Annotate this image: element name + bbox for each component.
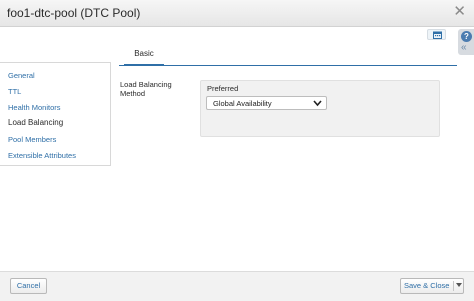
save-close-button[interactable]: Save & Close	[400, 278, 464, 294]
help-icon[interactable]: ?	[461, 31, 472, 42]
cancel-button[interactable]: Cancel	[10, 278, 47, 294]
caret-down-icon[interactable]	[456, 283, 462, 288]
chevron-down-icon	[313, 100, 322, 107]
sidebar-item-load-balancing[interactable]: Load Balancing	[8, 118, 63, 127]
calendar-button[interactable]	[427, 29, 446, 40]
load-balancing-method-label: Load Balancing Method	[120, 80, 172, 98]
tab-basic[interactable]: Basic	[124, 46, 164, 66]
calendar-icon	[433, 31, 442, 39]
preferred-select[interactable]: Global Availability	[206, 96, 327, 110]
preferred-label: Preferred	[207, 84, 239, 93]
title-bar: foo1-dtc-pool (DTC Pool) ✕	[0, 0, 474, 27]
tab-strip-underline	[119, 65, 457, 66]
window-title: foo1-dtc-pool (DTC Pool)	[7, 6, 141, 20]
sidebar: General TTL Health Monitors Load Balanci…	[0, 62, 111, 166]
sidebar-item-general[interactable]: General	[8, 71, 35, 80]
sidebar-item-ttl[interactable]: TTL	[8, 87, 21, 96]
preferred-select-value: Global Availability	[213, 99, 272, 108]
sidebar-item-health-monitors[interactable]: Health Monitors	[8, 103, 61, 112]
preferred-panel: Preferred Global Availability	[200, 80, 440, 137]
double-chevron-left-icon[interactable]: «	[461, 43, 467, 53]
save-close-label: Save & Close	[404, 281, 450, 290]
split-divider	[453, 281, 454, 291]
close-icon[interactable]: ✕	[453, 4, 466, 19]
sidebar-item-pool-members[interactable]: Pool Members	[8, 135, 56, 144]
sidebar-item-extensible-attributes[interactable]: Extensible Attributes	[8, 151, 76, 160]
